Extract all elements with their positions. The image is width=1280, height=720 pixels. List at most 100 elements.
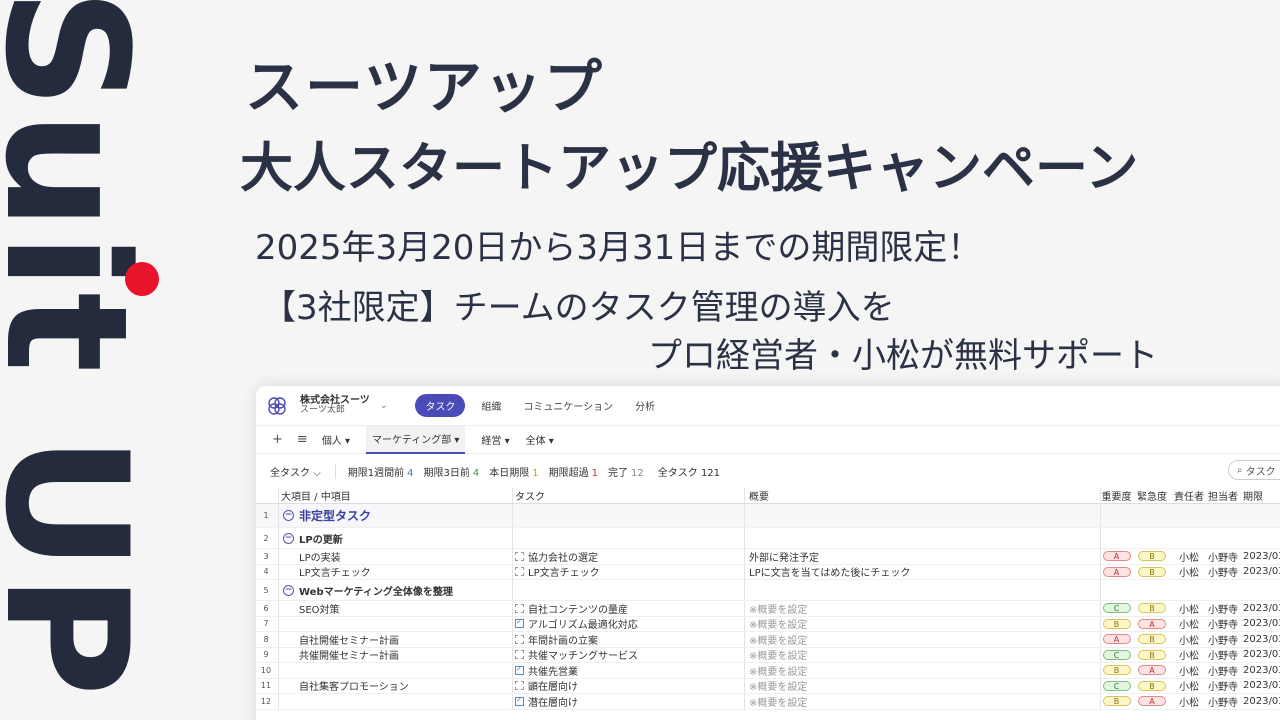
search-input[interactable]: ⌕ タスク — [1228, 460, 1280, 480]
app-logo-icon[interactable] — [266, 395, 288, 417]
due-cell[interactable]: 2023/03 — [1240, 679, 1280, 694]
item-cell[interactable]: 自社開催セミナー計画 — [278, 632, 514, 647]
item-cell[interactable]: − Webマーケティング全体像を整理 — [278, 580, 514, 600]
company-switcher[interactable]: 株式会社スーツ スーツ太郎 — [300, 395, 370, 416]
owner-cell[interactable]: 小松 — [1172, 617, 1206, 631]
importance-cell[interactable]: A — [1100, 632, 1132, 647]
collapse-icon[interactable]: − — [283, 532, 294, 544]
summary-cell[interactable]: ※概要を設定 — [744, 694, 1100, 709]
item-cell[interactable]: − LPの更新 — [278, 528, 514, 548]
table-row[interactable]: 5 − Webマーケティング全体像を整理 — [256, 580, 1280, 601]
task-cell[interactable]: 年間計画の立案 — [512, 632, 744, 647]
assignee-cell[interactable]: 小野寺 — [1206, 663, 1240, 678]
urgency-cell[interactable]: A — [1132, 663, 1172, 678]
task-cell[interactable]: 顕在層向け — [512, 678, 744, 693]
chevron-down-icon[interactable]: ⌄ — [380, 401, 388, 411]
summary-cell[interactable]: ※概要を設定 — [744, 663, 1100, 678]
view-tab-2[interactable]: 経営 ▾ — [481, 426, 509, 454]
importance-cell[interactable]: A — [1100, 564, 1132, 579]
summary-cell[interactable]: LPに文言を当てはめた後にチェック — [744, 564, 1100, 579]
table-row[interactable]: 8 自社開催セミナー計画 年間計画の立案 ※概要を設定 AB 小松小野寺2023/03 — [256, 632, 1280, 648]
table-row[interactable]: 9 共催開催セミナー計画 共催マッチングサービス ※概要を設定 C B 小松 小野寺 2023/… — [256, 647, 1280, 663]
view-tab-0[interactable]: 個人 ▾ — [322, 426, 350, 454]
owner-cell[interactable]: 小松 — [1172, 648, 1206, 662]
col-item[interactable]: 大項目 / 中項目 — [278, 488, 514, 503]
due-cell[interactable]: 2023/03 — [1240, 549, 1280, 564]
importance-cell[interactable]: B — [1100, 663, 1132, 678]
urgency-cell[interactable]: A — [1132, 617, 1172, 632]
urgency-cell[interactable]: B — [1132, 679, 1172, 694]
table-row[interactable]: 10 共催先営業 ※概要を設定 BA 小松小野寺2023/03 — [256, 663, 1280, 679]
owner-cell[interactable]: 小松 — [1172, 565, 1206, 579]
checked-box-icon[interactable] — [515, 617, 524, 629]
task-box-icon[interactable] — [515, 634, 524, 644]
table-row[interactable]: 3 LPの実装 協力会社の選定 外部に発注予定 AB 小松小野寺2023/03 — [256, 549, 1280, 565]
item-cell[interactable]: 共催開催セミナー計画 — [278, 647, 514, 662]
due-cell[interactable]: 2023/03 — [1240, 663, 1280, 678]
col-due[interactable]: 期限 — [1240, 488, 1280, 503]
owner-cell[interactable]: 小松 — [1172, 663, 1206, 678]
stat-0[interactable]: 期限1週間前 4 — [348, 464, 414, 479]
item-cell[interactable]: SEO対策 — [278, 601, 514, 616]
stat-2[interactable]: 本日期限 1 — [489, 464, 538, 479]
summary-cell[interactable]: 外部に発注予定 — [744, 549, 1100, 564]
summary-cell[interactable]: ※概要を設定 — [744, 632, 1100, 647]
table-row[interactable]: 2 − LPの更新 — [256, 528, 1280, 549]
urgency-cell[interactable]: B — [1132, 601, 1172, 616]
col-assignee[interactable]: 担当者 — [1206, 488, 1240, 503]
table-row[interactable]: 1 − 非定型タスク — [256, 504, 1280, 528]
nav-tab-0[interactable]: タスク — [415, 394, 466, 417]
item-cell[interactable] — [278, 616, 514, 631]
stat-1[interactable]: 期限3日前 4 — [424, 464, 480, 479]
importance-cell[interactable]: C — [1100, 647, 1132, 662]
task-cell[interactable]: 協力会社の選定 — [512, 549, 744, 564]
table-row[interactable]: 6 SEO対策 自社コンテンツの量産 ※概要を設定 CB 小松小野寺2023/03 — [256, 601, 1280, 617]
assignee-cell[interactable]: 小野寺 — [1206, 601, 1240, 616]
task-box-icon[interactable] — [515, 650, 524, 660]
item-cell[interactable]: LP文言チェック — [278, 564, 514, 579]
view-tab-1[interactable]: マーケティング部 ▾ — [366, 425, 466, 454]
task-box-icon[interactable] — [515, 603, 524, 613]
assignee-cell[interactable]: 小野寺 — [1206, 565, 1240, 579]
summary-cell[interactable]: ※概要を設定 — [744, 647, 1100, 662]
nav-tab-2[interactable]: コミュニケーション — [523, 395, 613, 416]
summary-cell[interactable]: ※概要を設定 — [744, 678, 1100, 693]
col-summary[interactable]: 概要 — [744, 488, 1100, 503]
importance-cell[interactable]: A — [1100, 549, 1132, 564]
due-cell[interactable]: 2023/03 — [1240, 601, 1280, 616]
urgency-cell[interactable]: B — [1132, 632, 1172, 647]
task-cell[interactable]: アルゴリズム最適化対応 — [512, 616, 744, 631]
urgency-cell[interactable]: B — [1132, 565, 1172, 580]
task-box-icon[interactable] — [515, 681, 524, 691]
add-icon[interactable]: + — [272, 432, 283, 447]
table-row[interactable]: 12 潜在層向け ※概要を設定 BA 小松小野寺2023/03 — [256, 694, 1280, 710]
table-row[interactable]: 4 LP文言チェック LP文言チェック LPに文言を当てはめた後にチェック A B 小松 小野… — [256, 564, 1280, 580]
importance-cell[interactable]: B — [1100, 616, 1132, 631]
table-row[interactable]: 7 アルゴリズム最適化対応 ※概要を設定 BA 小松小野寺2023/03 — [256, 616, 1280, 632]
nav-tab-1[interactable]: 組織 — [481, 395, 501, 416]
urgency-cell[interactable]: B — [1132, 648, 1172, 663]
task-cell[interactable]: 潜在層向け — [512, 694, 744, 709]
due-cell[interactable]: 2023/03 — [1240, 617, 1280, 632]
summary-cell[interactable]: ※概要を設定 — [744, 616, 1100, 631]
urgency-cell[interactable]: B — [1132, 549, 1172, 564]
due-cell[interactable]: 2023/03 — [1240, 565, 1280, 580]
item-cell[interactable] — [278, 694, 514, 709]
collapse-icon[interactable]: − — [283, 584, 294, 596]
task-cell[interactable]: LP文言チェック — [512, 564, 744, 579]
task-box-icon[interactable] — [515, 567, 524, 577]
due-cell[interactable]: 2023/03 — [1240, 648, 1280, 663]
assignee-cell[interactable]: 小野寺 — [1206, 694, 1240, 709]
assignee-cell[interactable]: 小野寺 — [1206, 617, 1240, 631]
item-cell[interactable]: − 非定型タスク — [278, 504, 514, 527]
urgency-cell[interactable]: A — [1132, 694, 1172, 709]
task-filter-dropdown[interactable]: 全タスク ⌵ — [270, 463, 336, 479]
stat-4[interactable]: 完了 12 — [608, 464, 644, 479]
stat-3[interactable]: 期限超過 1 — [549, 464, 598, 479]
owner-cell[interactable]: 小松 — [1172, 549, 1206, 564]
task-cell[interactable]: 自社コンテンツの量産 — [512, 601, 744, 616]
task-box-icon[interactable] — [515, 551, 524, 561]
due-cell[interactable]: 2023/03 — [1240, 694, 1280, 709]
assignee-cell[interactable]: 小野寺 — [1206, 632, 1240, 647]
summary-cell[interactable]: ※概要を設定 — [744, 601, 1100, 616]
